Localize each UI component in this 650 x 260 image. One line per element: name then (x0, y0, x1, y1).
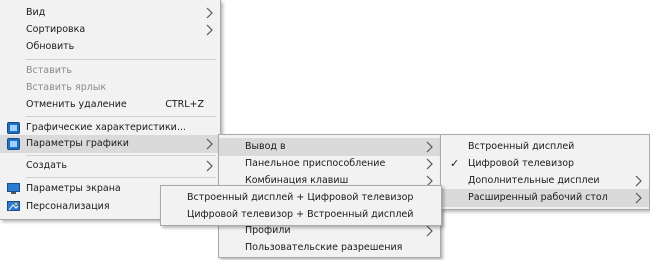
menu-item-label: Профили (245, 225, 291, 236)
submenu-item-additional-displays[interactable]: Дополнительные дисплеи (441, 172, 649, 190)
menu-item-label: Вставить ярлык (26, 82, 107, 93)
menu-item-label: Отменить удаление (26, 99, 127, 110)
menu-separator (26, 155, 216, 156)
chevron-right-icon (635, 175, 642, 187)
extended-desktop-submenu: Встроенный дисплей + Цифровой телевизор … (160, 185, 442, 226)
chevron-right-icon (426, 141, 433, 153)
checkmark-icon: ✓ (450, 157, 460, 170)
personalization-icon (7, 201, 20, 211)
menu-item-label: Параметры графики (26, 138, 129, 149)
menu-item-label: Дополнительные дисплеи (468, 175, 600, 186)
menu-item-label: Цифровой телевизор (468, 158, 575, 169)
chevron-right-icon (206, 7, 213, 19)
menu-item-graphics-options[interactable]: Параметры графики (0, 135, 220, 153)
chevron-right-icon (206, 24, 213, 36)
output-to-submenu: Встроенный дисплей ✓ Цифровой телевизор … (440, 134, 650, 210)
submenu-item-extended-desktop[interactable]: Расширенный рабочий стол (441, 189, 649, 207)
menu-item-label: Панельное приспособление (245, 158, 386, 169)
chevron-right-icon (426, 225, 433, 237)
submenu-item-tv-plus-builtin[interactable]: Цифровой телевизор + Встроенный дисплей (161, 206, 441, 224)
menu-item-label: Персонализация (26, 201, 110, 212)
intel-graphics-icon (7, 122, 20, 134)
menu-item-label: Вставить (26, 65, 73, 76)
menu-item-label: Цифровой телевизор + Встроенный дисплей (187, 209, 414, 220)
menu-item-label: Графические характеристики... (26, 122, 186, 133)
menu-item-paste-shortcut[interactable]: Вставить ярлык (0, 79, 220, 97)
chevron-right-icon (635, 192, 642, 204)
menu-item-label: Вывод в (245, 141, 286, 152)
menu-item-new[interactable]: Создать (0, 157, 220, 175)
menu-item-label: Встроенный дисплей + Цифровой телевизор (187, 192, 414, 203)
display-icon (7, 183, 20, 194)
menu-item-label: Параметры экрана (26, 183, 121, 194)
menu-item-paste[interactable]: Вставить (0, 62, 220, 80)
menu-item-sort[interactable]: Сортировка (0, 21, 220, 39)
menu-item-label: Сортировка (26, 24, 86, 35)
menu-item-shortcut: CTRL+Z (165, 99, 204, 110)
menu-item-refresh[interactable]: Обновить (0, 38, 220, 56)
submenu-item-built-in-display[interactable]: Встроенный дисплей (441, 138, 649, 156)
submenu-item-custom-resolutions[interactable]: Пользовательские разрешения (219, 239, 440, 257)
menu-item-undo-delete[interactable]: Отменить удаление CTRL+Z (0, 96, 220, 114)
chevron-right-icon (206, 160, 213, 172)
menu-item-label: Пользовательские разрешения (245, 242, 403, 253)
submenu-item-panel-fitting[interactable]: Панельное приспособление (219, 155, 440, 173)
menu-item-label: Расширенный рабочий стол (468, 192, 608, 203)
submenu-item-output-to[interactable]: Вывод в (219, 138, 440, 156)
menu-item-view[interactable]: Вид (0, 4, 220, 22)
submenu-item-digital-tv[interactable]: ✓ Цифровой телевизор (441, 155, 649, 173)
menu-separator (26, 177, 216, 178)
menu-item-label: Создать (26, 160, 68, 171)
menu-item-label: Вид (26, 7, 46, 18)
intel-graphics-icon (7, 138, 20, 150)
menu-item-label: Обновить (26, 41, 75, 52)
chevron-right-icon (206, 138, 213, 150)
menu-separator (26, 59, 216, 60)
chevron-right-icon (426, 158, 433, 170)
menu-separator (26, 116, 216, 117)
submenu-item-builtin-plus-tv[interactable]: Встроенный дисплей + Цифровой телевизор (161, 189, 441, 207)
menu-item-label: Встроенный дисплей (468, 141, 575, 152)
